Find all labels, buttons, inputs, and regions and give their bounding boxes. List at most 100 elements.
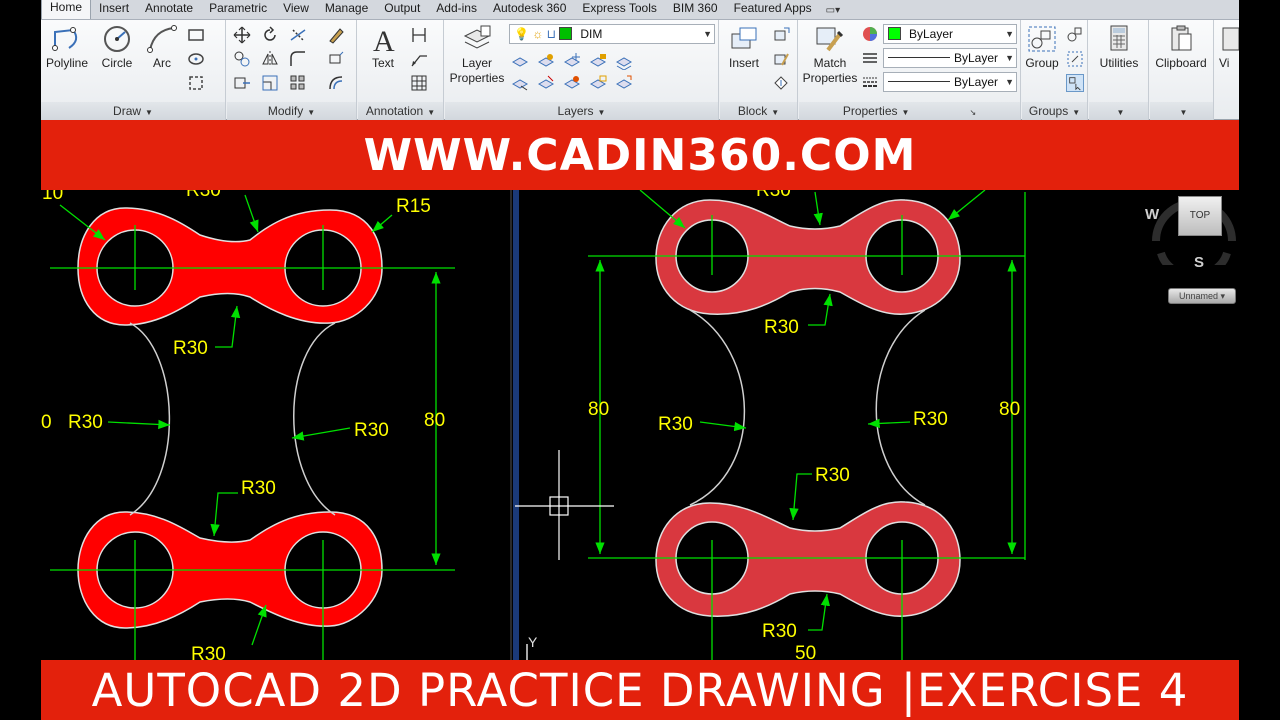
layer-lock-icon[interactable] xyxy=(589,52,607,70)
panel-annotation-title[interactable]: Annotation ▼ xyxy=(358,102,443,120)
dimension-icon[interactable] xyxy=(410,26,428,44)
lineweight-dropdown[interactable]: ByLayer ▼ xyxy=(883,72,1017,92)
layer-on-icon[interactable] xyxy=(511,74,529,92)
viewcube-south-label[interactable]: S xyxy=(1194,254,1204,271)
right-dim-r30-a: R30 xyxy=(764,317,799,338)
polyline-button[interactable]: Polyline xyxy=(43,24,91,71)
color-swatch xyxy=(888,27,901,40)
layer-walk-icon[interactable] xyxy=(615,74,633,92)
panel-block-title[interactable]: Block ▼ xyxy=(720,102,797,120)
rectangle-icon[interactable] xyxy=(187,26,205,44)
panel-block: Insert Block ▼ xyxy=(720,20,798,120)
right-dim-r30-d: R30 xyxy=(815,465,850,486)
layer-unisolate-icon[interactable] xyxy=(537,74,555,92)
match-properties-icon xyxy=(816,27,844,52)
tab-annotate[interactable]: Annotate xyxy=(137,0,201,19)
layer-dropdown[interactable]: 💡 ☼ ⊔ DIM ▼ xyxy=(509,24,715,44)
stretch-icon[interactable] xyxy=(233,74,251,92)
erase-icon[interactable] xyxy=(327,26,345,44)
tab-autodesk-360[interactable]: Autodesk 360 xyxy=(485,0,574,19)
layer-unlock-icon[interactable] xyxy=(589,74,607,92)
layer-thaw-icon[interactable] xyxy=(563,74,581,92)
group-edit-icon[interactable] xyxy=(1066,50,1084,68)
color-value: ByLayer xyxy=(909,27,954,41)
move-icon[interactable] xyxy=(233,26,251,44)
left-dim-partial-zero: 0 xyxy=(41,412,52,433)
insert-button[interactable]: Insert xyxy=(722,24,766,71)
tab-manage[interactable]: Manage xyxy=(317,0,376,19)
layer-isolate-icon[interactable] xyxy=(537,52,555,70)
title-banner: AUTOCAD 2D PRACTICE DRAWING |EXERCISE 4 xyxy=(41,660,1239,720)
scale-icon[interactable] xyxy=(261,74,279,92)
current-layer-name: DIM xyxy=(580,27,603,41)
tab-parametric[interactable]: Parametric xyxy=(201,0,275,19)
text-button[interactable]: A Text xyxy=(362,24,404,71)
layer-match-icon[interactable] xyxy=(615,52,633,70)
tab-add-ins[interactable]: Add-ins xyxy=(428,0,485,19)
linetype-icon[interactable] xyxy=(861,49,879,67)
tab-output[interactable]: Output xyxy=(376,0,428,19)
leader-icon[interactable] xyxy=(410,50,428,68)
view-button[interactable]: Vi xyxy=(1219,24,1239,71)
arc-button[interactable]: Arc xyxy=(141,24,183,71)
match-properties-button[interactable]: Match Properties xyxy=(801,24,859,86)
lineweight-preview xyxy=(888,81,950,82)
region-icon[interactable] xyxy=(187,74,205,92)
linetype-dropdown[interactable]: ByLayer ▼ xyxy=(883,48,1017,68)
copy-icon[interactable] xyxy=(233,50,251,68)
tab-home[interactable]: Home xyxy=(41,0,92,19)
layer-properties-button[interactable]: Layer Properties xyxy=(449,24,505,86)
insert-label: Insert xyxy=(728,56,759,70)
tab-featured-apps[interactable]: Featured Apps xyxy=(726,0,820,19)
drawing-canvas[interactable]: 10 R15 R30 0 R30 R30 R30 R30 R30 80 R30 … xyxy=(41,190,1239,660)
hatch-icon[interactable] xyxy=(187,50,205,68)
array-icon[interactable] xyxy=(289,74,307,92)
right-dim-r30-c: R30 xyxy=(913,409,948,430)
panel-properties-title[interactable]: Properties ▼ ↘ xyxy=(799,102,1020,120)
tab-bim-360[interactable]: BIM 360 xyxy=(665,0,726,19)
table-icon[interactable] xyxy=(410,74,428,92)
polyline-icon xyxy=(52,27,78,51)
panel-groups: Group Groups ▼ xyxy=(1022,20,1088,120)
polyline-label: Polyline xyxy=(45,56,89,70)
panel-utilities-title[interactable]: ▼ xyxy=(1089,102,1148,120)
group-icon xyxy=(1028,26,1056,52)
create-block-icon[interactable] xyxy=(772,26,790,44)
offset-icon[interactable] xyxy=(327,74,345,92)
trim-icon[interactable] xyxy=(289,26,307,44)
utilities-button[interactable]: Utilities xyxy=(1093,24,1145,71)
clipboard-button[interactable]: Clipboard xyxy=(1152,24,1210,71)
mirror-icon[interactable] xyxy=(261,50,279,68)
ribbon-options-icon[interactable]: ▭▾ xyxy=(820,5,846,19)
viewcube-west-label[interactable]: W xyxy=(1145,206,1159,223)
tab-insert[interactable]: Insert xyxy=(91,0,137,19)
panel-draw-title[interactable]: Draw ▼ xyxy=(41,102,225,120)
explode-icon[interactable] xyxy=(327,50,345,68)
layer-freeze-icon[interactable] xyxy=(563,52,581,70)
group-selection-icon[interactable] xyxy=(1066,74,1084,92)
color-dropdown[interactable]: ByLayer ▼ xyxy=(883,24,1017,44)
fillet-icon[interactable] xyxy=(289,50,307,68)
lineweight-icon[interactable] xyxy=(861,73,879,91)
chevron-down-icon: ▼ xyxy=(1005,77,1014,87)
arc-label: Arc xyxy=(153,56,171,70)
panel-layers-title[interactable]: Layers ▼ xyxy=(445,102,718,120)
edit-block-icon[interactable] xyxy=(772,50,790,68)
layer-off-icon[interactable] xyxy=(511,52,529,70)
layer-properties-label-1: Layer xyxy=(461,56,493,70)
rotate-icon[interactable] xyxy=(261,26,279,44)
viewcube-top-face[interactable]: TOP xyxy=(1178,196,1222,236)
group-button[interactable]: Group xyxy=(1022,24,1062,71)
left-dim-r30-b: R30 xyxy=(68,412,103,433)
tab-view[interactable]: View xyxy=(275,0,317,19)
color-wheel-icon[interactable] xyxy=(861,25,879,43)
panel-clipboard-title[interactable]: ▼ xyxy=(1150,102,1213,120)
attribute-icon[interactable] xyxy=(772,74,790,92)
ucs-menu-button[interactable]: Unnamed ▾ xyxy=(1168,288,1236,304)
tab-express-tools[interactable]: Express Tools xyxy=(574,0,664,19)
panel-groups-title[interactable]: Groups ▼ xyxy=(1022,102,1087,120)
panel-modify-title[interactable]: Modify ▼ xyxy=(227,102,356,120)
calculator-icon xyxy=(1110,25,1128,51)
ungroup-icon[interactable] xyxy=(1066,26,1084,44)
circle-button[interactable]: Circle xyxy=(95,24,139,71)
